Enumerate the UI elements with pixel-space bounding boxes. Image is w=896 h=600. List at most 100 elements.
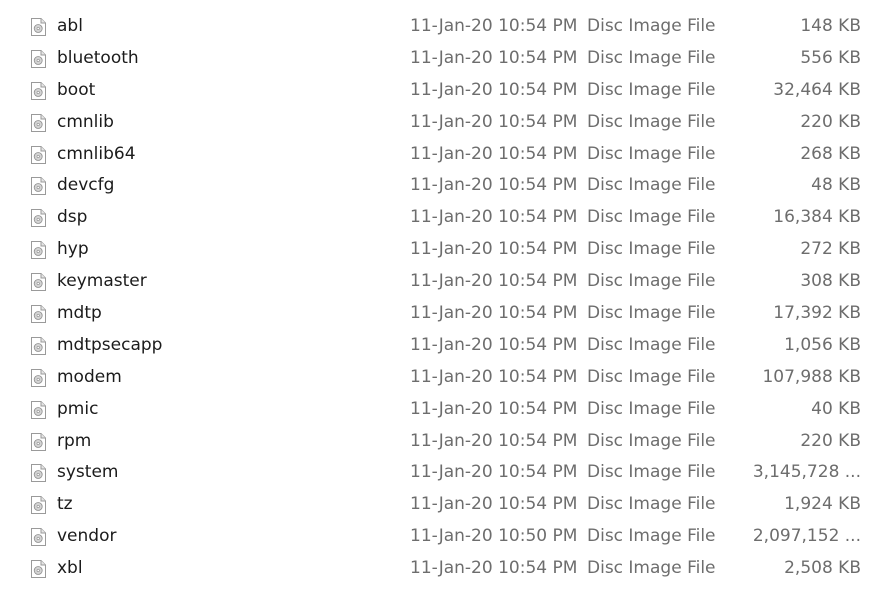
file-type: Disc Image File (587, 175, 716, 196)
disc-image-icon (31, 336, 46, 355)
file-size: 556 KB (800, 47, 861, 68)
file-size: 32,464 KB (773, 79, 861, 100)
file-name: boot (57, 79, 96, 100)
file-size: 268 KB (800, 143, 861, 164)
file-row[interactable]: cmnlib 11-Jan-20 10:54 PM Disc Image Fil… (0, 107, 896, 139)
file-name: system (57, 462, 119, 483)
file-row[interactable]: xbl 11-Jan-20 10:54 PM Disc Image File 2… (0, 553, 896, 585)
disc-image-icon (31, 560, 46, 579)
file-size: 2,097,152 ... (752, 526, 861, 547)
file-row[interactable]: bluetooth 11-Jan-20 10:54 PM Disc Image … (0, 43, 896, 75)
file-row[interactable]: devcfg 11-Jan-20 10:54 PM Disc Image Fil… (0, 170, 896, 202)
disc-image-icon (31, 496, 46, 515)
file-name: pmic (57, 398, 99, 419)
file-size: 272 KB (800, 239, 861, 260)
file-size: 3,145,728 ... (752, 462, 861, 483)
file-date-modified: 11-Jan-20 10:54 PM (410, 462, 578, 483)
file-type: Disc Image File (587, 47, 716, 68)
file-size: 17,392 KB (773, 303, 861, 324)
file-row[interactable]: rpm 11-Jan-20 10:54 PM Disc Image File 2… (0, 426, 896, 458)
file-size: 48 KB (811, 175, 861, 196)
file-date-modified: 11-Jan-20 10:54 PM (410, 207, 578, 228)
file-type: Disc Image File (587, 526, 716, 547)
disc-image-icon (31, 273, 46, 292)
file-row[interactable]: system 11-Jan-20 10:54 PM Disc Image Fil… (0, 457, 896, 489)
file-row[interactable]: hyp 11-Jan-20 10:54 PM Disc Image File 2… (0, 234, 896, 266)
file-type: Disc Image File (587, 558, 716, 579)
file-date-modified: 11-Jan-20 10:54 PM (410, 47, 578, 68)
disc-image-icon (31, 400, 46, 419)
file-date-modified: 11-Jan-20 10:54 PM (410, 303, 578, 324)
file-name: rpm (57, 430, 92, 451)
file-date-modified: 11-Jan-20 10:54 PM (410, 398, 578, 419)
file-row[interactable]: tz 11-Jan-20 10:54 PM Disc Image File 1,… (0, 489, 896, 521)
file-date-modified: 11-Jan-20 10:54 PM (410, 79, 578, 100)
file-date-modified: 11-Jan-20 10:54 PM (410, 366, 578, 387)
file-name: dsp (57, 207, 88, 228)
disc-image-icon (31, 368, 46, 387)
file-name: vendor (57, 526, 117, 547)
file-name: keymaster (57, 271, 147, 292)
file-name: bluetooth (57, 47, 139, 68)
file-type: Disc Image File (587, 334, 716, 355)
file-size: 1,056 KB (784, 334, 861, 355)
file-row[interactable]: modem 11-Jan-20 10:54 PM Disc Image File… (0, 362, 896, 394)
disc-image-icon (31, 145, 46, 164)
file-name: xbl (57, 558, 83, 579)
file-type: Disc Image File (587, 79, 716, 100)
file-row[interactable]: mdtpsecapp 11-Jan-20 10:54 PM Disc Image… (0, 330, 896, 362)
file-name: devcfg (57, 175, 115, 196)
file-date-modified: 11-Jan-20 10:54 PM (410, 334, 578, 355)
file-size: 220 KB (800, 111, 861, 132)
file-name: abl (57, 16, 83, 36)
file-type: Disc Image File (587, 16, 716, 36)
file-date-modified: 11-Jan-20 10:54 PM (410, 494, 578, 515)
file-date-modified: 11-Jan-20 10:54 PM (410, 16, 578, 36)
disc-image-icon (31, 464, 46, 483)
disc-image-icon (31, 528, 46, 547)
file-size: 2,508 KB (784, 558, 861, 579)
file-size: 148 KB (800, 16, 861, 36)
file-type: Disc Image File (587, 303, 716, 324)
file-size: 220 KB (800, 430, 861, 451)
file-type: Disc Image File (587, 239, 716, 260)
file-date-modified: 11-Jan-20 10:54 PM (410, 239, 578, 260)
file-size: 16,384 KB (773, 207, 861, 228)
disc-image-icon (31, 18, 46, 36)
disc-image-icon (31, 81, 46, 100)
disc-image-icon (31, 177, 46, 196)
file-row[interactable]: mdtp 11-Jan-20 10:54 PM Disc Image File … (0, 298, 896, 330)
file-row[interactable]: dsp 11-Jan-20 10:54 PM Disc Image File 1… (0, 202, 896, 234)
file-type: Disc Image File (587, 271, 716, 292)
file-row[interactable]: pmic 11-Jan-20 10:54 PM Disc Image File … (0, 394, 896, 426)
file-row[interactable]: keymaster 11-Jan-20 10:54 PM Disc Image … (0, 266, 896, 298)
file-row[interactable]: cmnlib64 11-Jan-20 10:54 PM Disc Image F… (0, 139, 896, 171)
file-type: Disc Image File (587, 398, 716, 419)
disc-image-icon (31, 432, 46, 451)
file-type: Disc Image File (587, 111, 716, 132)
file-size: 40 KB (811, 398, 861, 419)
file-row[interactable]: abl 11-Jan-20 10:54 PM Disc Image File 1… (0, 11, 896, 43)
file-type: Disc Image File (587, 143, 716, 164)
file-date-modified: 11-Jan-20 10:54 PM (410, 271, 578, 292)
file-name: cmnlib (57, 111, 114, 132)
disc-image-icon (31, 241, 46, 260)
file-name: modem (57, 366, 122, 387)
file-date-modified: 11-Jan-20 10:54 PM (410, 111, 578, 132)
disc-image-icon (31, 305, 46, 324)
file-date-modified: 11-Jan-20 10:54 PM (410, 558, 578, 579)
file-type: Disc Image File (587, 430, 716, 451)
file-row[interactable]: vendor 11-Jan-20 10:50 PM Disc Image Fil… (0, 521, 896, 553)
file-date-modified: 11-Jan-20 10:54 PM (410, 175, 578, 196)
file-name: tz (57, 494, 73, 515)
file-type: Disc Image File (587, 207, 716, 228)
file-name: mdtpsecapp (57, 334, 163, 355)
disc-image-icon (31, 49, 46, 68)
file-name: mdtp (57, 303, 102, 324)
file-list: abl 11-Jan-20 10:54 PM Disc Image File 1… (0, 11, 896, 585)
file-row[interactable]: boot 11-Jan-20 10:54 PM Disc Image File … (0, 75, 896, 107)
file-size: 1,924 KB (784, 494, 861, 515)
disc-image-icon (31, 113, 46, 132)
file-type: Disc Image File (587, 366, 716, 387)
file-name: cmnlib64 (57, 143, 136, 164)
